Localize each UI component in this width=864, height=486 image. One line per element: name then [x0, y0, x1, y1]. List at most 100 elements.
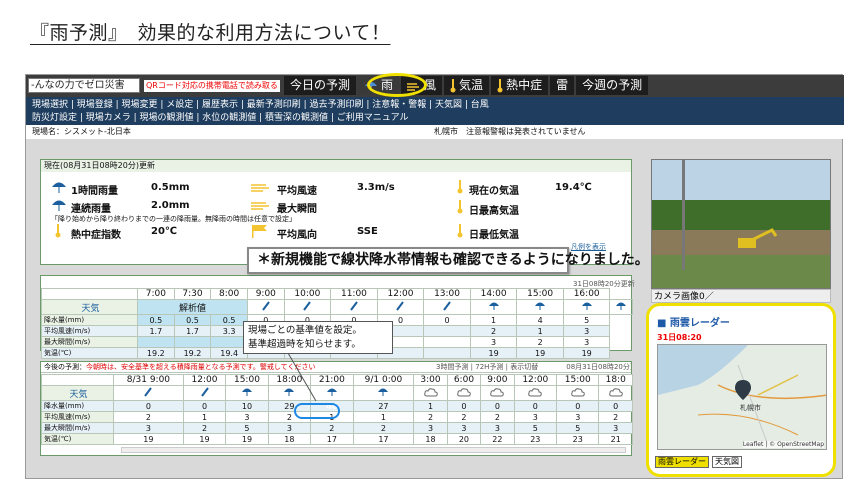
row-label: 降水量(mm) — [41, 314, 138, 326]
forecast-cell: 0 — [113, 400, 184, 412]
site-camera-image[interactable] — [651, 159, 831, 289]
forecast-cell: 2 — [480, 411, 515, 423]
weather-icon-cell — [556, 385, 600, 401]
qr-code-link[interactable]: QRコード対応の携帯電話で読み取る・・・ — [144, 80, 280, 92]
hourly-cell: 1.7 — [173, 325, 212, 337]
forecast-time-header: 12:00 — [513, 374, 558, 386]
forecast-cell: 0 — [556, 400, 600, 412]
forecast-cell: 3 — [267, 422, 312, 434]
radar-legend-rain[interactable]: 雨雲レーダー — [655, 456, 709, 468]
forecast-cell: 18 — [267, 433, 312, 445]
app-window: -んなの力でゼロ災害 QRコード対応の携帯電話で読み取る・・・ 今日の予測 雨 … — [25, 73, 844, 479]
forecast-time-header: 15:00 — [556, 374, 600, 386]
forecast-cell: 0 — [513, 400, 558, 412]
forecast-cell: 19 — [182, 433, 227, 445]
temperature-label: 現在の気温 — [469, 186, 519, 197]
hourly-time-header: 16:00 — [562, 288, 611, 300]
row-label: 平均風速(m/s) — [41, 411, 114, 423]
tab-today-label: 今日の予測 — [290, 78, 351, 92]
max-temp-label: 日最高気温 — [469, 206, 519, 217]
row-label: 気温(℃) — [41, 347, 138, 359]
forecast-cell: 3 — [225, 411, 269, 423]
wind-direction-value: SSE — [357, 226, 378, 237]
top-bar: -んなの力でゼロ災害 QRコード対応の携帯電話で読み取る・・・ 今日の予測 雨 … — [26, 75, 844, 97]
cloud-icon — [608, 387, 623, 396]
hourly-cell — [423, 325, 471, 337]
forecast-cell: 3 — [513, 411, 558, 423]
weather-icon-cell — [352, 385, 415, 401]
tab-weekly-label: 今週の予測 — [582, 78, 643, 92]
thermometer-icon — [457, 180, 463, 194]
weather-icon-cell — [413, 385, 448, 401]
nav-menu: 現場選択 | 現場登録 | 現場変更 | メ設定 | 履歴表示 | 最新予測印刷… — [26, 97, 844, 125]
tab-thunder-label: 雷 — [556, 78, 569, 92]
tab-heatstroke[interactable]: 熱中症 — [491, 76, 549, 95]
rain-streak-icon — [144, 386, 153, 397]
hourly-cell: 3 — [562, 325, 611, 337]
forecast-time-header: 18:0 — [598, 374, 633, 386]
forecast-cell: 2 — [446, 411, 482, 423]
tab-today[interactable]: 今日の予測 — [284, 76, 357, 95]
forecast-title-right[interactable]: 3時間予測 | 72H予測 | 表示切替 08月31日08時20分更新 — [436, 362, 631, 372]
umbrella-icon — [52, 182, 66, 193]
nav-line-1[interactable]: 現場選択 | 現場登録 | 現場変更 | メ設定 | 履歴表示 | 最新予測印刷… — [32, 99, 838, 112]
weather-icon-cell — [330, 299, 378, 315]
forecast-cell: 27 — [352, 400, 415, 412]
camera-label: カメラ画像0／ — [651, 289, 831, 303]
callout-line-1: 現場ごとの基準値を設定。 — [248, 325, 362, 336]
tab-thunder[interactable]: 雷 — [550, 76, 575, 95]
tab-weekly[interactable]: 今週の予測 — [576, 76, 649, 95]
hourly-cell: 2 — [516, 336, 564, 348]
weather-icon-cell — [225, 385, 269, 401]
rain-1h-label: 1時間雨量 — [71, 186, 118, 197]
location-bar: 現場名：シスメット-北日本 札幌市 注意報警報は発表されていません — [26, 125, 844, 139]
map-pin-icon[interactable] — [735, 380, 751, 400]
radar-map[interactable]: 札幌市 Leaflet | © OpenStreetMap — [657, 344, 827, 450]
forecast-time-header: 15:00 — [225, 374, 269, 386]
nav-line-2[interactable]: 防災灯設定 | 現場カメラ | 現場の観測値 | 水位の観測値 | 積雪深の観測… — [32, 112, 838, 125]
forecast-cell: 10 — [225, 400, 269, 412]
wind-direction-label: 平均風向 — [277, 230, 317, 241]
search-input[interactable]: -んなの力でゼロ災害 — [28, 78, 140, 93]
forecast-cell: 22 — [480, 433, 515, 445]
thermometer-icon — [497, 78, 503, 92]
rain-streak-icon — [350, 300, 358, 311]
forecast-cell: 5 — [225, 422, 269, 434]
forecast-cell: 20 — [446, 433, 482, 445]
forecast-cell: 3 — [480, 422, 515, 434]
tab-temperature-label: 気温 — [459, 78, 484, 92]
hourly-time-header: 8:00 — [210, 288, 248, 300]
row-label: 気温(℃) — [41, 433, 114, 445]
map-attribution[interactable]: Leaflet | © OpenStreetMap — [742, 441, 824, 448]
forecast-cell: 23 — [513, 433, 558, 445]
radar-legend-weather[interactable]: 天気図 — [712, 456, 742, 468]
row-label: 最大瞬間(m/s) — [41, 422, 114, 434]
umbrella-icon — [616, 302, 627, 310]
hourly-cell — [423, 336, 471, 348]
rain-1h-value: 0.5mm — [151, 182, 190, 193]
horizontal-scrollbar[interactable] — [121, 447, 626, 453]
forecast-cell: 19 — [113, 433, 184, 445]
forecast-time-header: 3:00 — [413, 374, 448, 386]
umbrella-icon — [378, 388, 389, 396]
forecast-cell: 3 — [556, 411, 600, 423]
forecast-cell: 3 — [413, 422, 448, 434]
forecast-cell: 1 — [352, 411, 415, 423]
rain-tab-highlight — [367, 73, 427, 97]
umbrella-icon — [535, 302, 546, 310]
continuous-rain-note: 「降り始めから降り終わりまでの一連の降雨量。無降雨の時間は任意で設定」 — [51, 215, 296, 223]
min-temp-label: 日最低気温 — [469, 230, 519, 241]
forecast-time-header: 9/1 0:00 — [352, 374, 415, 386]
weather-icon-cell — [598, 385, 633, 401]
hourly-cell: 3 — [469, 336, 518, 348]
hourly-cell: 19 — [469, 347, 518, 359]
cloud-icon — [423, 387, 438, 396]
weather-icon-cell — [446, 385, 482, 401]
gust-label: 最大瞬間 — [277, 204, 317, 215]
hourly-cell: 5 — [562, 314, 611, 326]
tab-temperature[interactable]: 気温 — [444, 76, 490, 95]
current-title: 現在(08月31日08時20分)更新 — [41, 160, 631, 172]
hourly-time-header: 13:00 — [423, 288, 471, 300]
forecast-cell: 23 — [556, 433, 600, 445]
cloud-icon — [457, 387, 471, 396]
